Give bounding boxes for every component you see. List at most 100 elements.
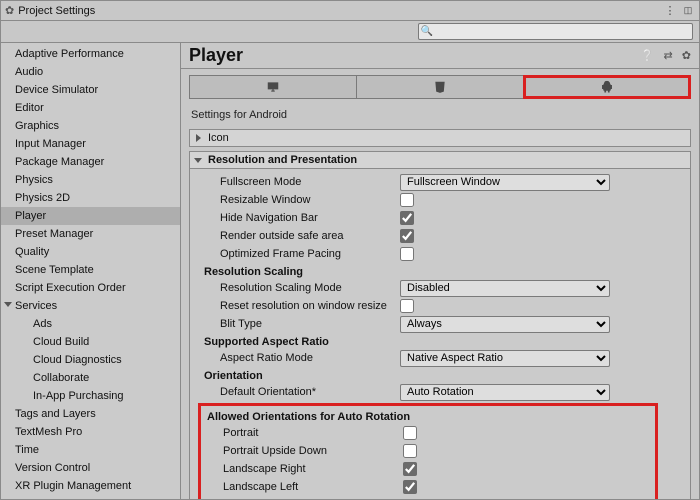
default-orientation-select[interactable]: Auto Rotation xyxy=(400,384,610,401)
settings-gear-icon[interactable]: ✿ xyxy=(682,50,691,62)
sidebar-item[interactable]: Input Manager xyxy=(1,135,180,153)
sidebar-item-player[interactable]: Player xyxy=(1,207,180,225)
label: Hide Navigation Bar xyxy=(220,212,400,224)
help-icon[interactable]: ❔ xyxy=(641,50,655,62)
window-title: Project Settings xyxy=(18,5,95,17)
render-outside-checkbox[interactable] xyxy=(400,229,414,243)
label: Portrait Upside Down xyxy=(223,445,403,457)
sidebar-item[interactable]: Cloud Build xyxy=(1,333,180,351)
landscape-left-checkbox[interactable] xyxy=(403,480,417,494)
label: Blit Type xyxy=(220,318,400,330)
portrait-checkbox[interactable] xyxy=(403,426,417,440)
label: Render outside safe area xyxy=(220,230,400,242)
opt-frame-pacing-checkbox[interactable] xyxy=(400,247,414,261)
html5-icon xyxy=(433,80,447,94)
fullscreen-mode-select[interactable]: Fullscreen Window xyxy=(400,174,610,191)
sidebar-item[interactable]: Editor xyxy=(1,99,180,117)
row-default-orientation: Default Orientation* Auto Rotation xyxy=(192,383,688,401)
sidebar-item[interactable]: Collaborate xyxy=(1,369,180,387)
label: Resolution Scaling Mode xyxy=(220,282,400,294)
settings-sidebar[interactable]: Adaptive Performance Audio Device Simula… xyxy=(1,43,181,499)
section-allowed-orient: Allowed Orientations for Auto Rotation xyxy=(201,408,655,424)
platform-subtitle: Settings for Android xyxy=(189,103,691,125)
sidebar-item[interactable]: Physics 2D xyxy=(1,189,180,207)
project-settings-window: ✿ Project Settings ⋮ ◫ 🔍 Adaptive Perfor… xyxy=(0,0,700,500)
sidebar-item[interactable]: Adaptive Performance xyxy=(1,45,180,63)
row-hide-navbar: Hide Navigation Bar xyxy=(192,209,688,227)
row-reset-on-resize: Reset resolution on window resize xyxy=(192,297,688,315)
fold-resolution-body: Fullscreen Mode Fullscreen Window Resiza… xyxy=(189,169,691,499)
sidebar-item[interactable]: Time xyxy=(1,441,180,459)
row-res-scaling-mode: Resolution Scaling Mode Disabled xyxy=(192,279,688,297)
section-resolution-scaling: Resolution Scaling xyxy=(192,263,688,279)
main-panel: Player ❔ ⇄ ✿ Setting xyxy=(181,43,699,499)
main-heading-row: Player ❔ ⇄ ✿ xyxy=(181,43,699,69)
search-box[interactable]: 🔍 xyxy=(418,23,693,40)
allowed-orientations-box: Allowed Orientations for Auto Rotation P… xyxy=(198,403,658,499)
row-portrait: Portrait xyxy=(201,424,655,442)
sidebar-item[interactable]: Preset Manager xyxy=(1,225,180,243)
sidebar-item[interactable]: Script Execution Order xyxy=(1,279,180,297)
titlebar: ✿ Project Settings ⋮ ◫ xyxy=(1,1,699,21)
reset-on-resize-checkbox[interactable] xyxy=(400,299,414,313)
row-landscape-right: Landscape Right xyxy=(201,460,655,478)
sidebar-item[interactable]: Ads xyxy=(1,315,180,333)
sidebar-item[interactable]: Cloud Diagnostics xyxy=(1,351,180,369)
resizable-window-checkbox[interactable] xyxy=(400,193,414,207)
kebab-icon[interactable]: ⋮ xyxy=(663,4,677,17)
label: Landscape Left xyxy=(223,481,403,493)
search-input[interactable] xyxy=(435,24,692,39)
row-render-outside: Render outside safe area xyxy=(192,227,688,245)
sidebar-item[interactable]: TextMesh Pro xyxy=(1,423,180,441)
desktop-icon xyxy=(266,80,280,94)
label: Fullscreen Mode xyxy=(220,176,400,188)
sidebar-item-services[interactable]: Services xyxy=(1,297,180,315)
portrait-ud-checkbox[interactable] xyxy=(403,444,417,458)
fold-icon[interactable]: Icon xyxy=(189,129,691,147)
sidebar-item[interactable]: In-App Purchasing xyxy=(1,387,180,405)
row-portrait-ud: Portrait Upside Down xyxy=(201,442,655,460)
sidebar-item[interactable]: Scene Template xyxy=(1,261,180,279)
row-aspect-mode: Aspect Ratio Mode Native Aspect Ratio xyxy=(192,349,688,367)
res-scaling-mode-select[interactable]: Disabled xyxy=(400,280,610,297)
blit-type-select[interactable]: Always xyxy=(400,316,610,333)
page-title: Player xyxy=(189,45,635,66)
sidebar-item[interactable]: Package Manager xyxy=(1,153,180,171)
sidebar-item[interactable]: Version Control xyxy=(1,459,180,477)
gear-icon: ✿ xyxy=(5,4,14,17)
label: Reset resolution on window resize xyxy=(220,300,400,312)
content-scroll[interactable]: Settings for Android Icon Resolution and… xyxy=(181,101,699,499)
label: Portrait xyxy=(223,427,403,439)
row-blit-type: Blit Type Always xyxy=(192,315,688,333)
label: Resizable Window xyxy=(220,194,400,206)
tab-standalone[interactable] xyxy=(190,76,357,98)
landscape-right-checkbox[interactable] xyxy=(403,462,417,476)
tab-android[interactable] xyxy=(524,76,690,98)
tab-webgl[interactable] xyxy=(357,76,524,98)
sidebar-item[interactable]: Audio xyxy=(1,63,180,81)
row-resizable-window: Resizable Window xyxy=(192,191,688,209)
android-icon xyxy=(600,80,614,94)
row-opt-frame-pacing: Optimized Frame Pacing xyxy=(192,245,688,263)
sidebar-item[interactable]: Physics xyxy=(1,171,180,189)
label: Default Orientation* xyxy=(220,386,400,398)
sidebar-item[interactable]: Graphics xyxy=(1,117,180,135)
row-fullscreen-mode: Fullscreen Mode Fullscreen Window xyxy=(192,173,688,191)
popout-icon[interactable]: ◫ xyxy=(681,5,695,16)
sidebar-item[interactable]: Device Simulator xyxy=(1,81,180,99)
search-icon: 🔍 xyxy=(419,26,435,37)
section-aspect: Supported Aspect Ratio xyxy=(192,333,688,349)
presets-icon[interactable]: ⇄ xyxy=(664,50,673,62)
platform-tabs xyxy=(189,75,691,99)
label: Landscape Right xyxy=(223,463,403,475)
aspect-mode-select[interactable]: Native Aspect Ratio xyxy=(400,350,610,367)
label: Optimized Frame Pacing xyxy=(220,248,400,260)
fold-resolution[interactable]: Resolution and Presentation xyxy=(189,151,691,169)
hide-navbar-checkbox[interactable] xyxy=(400,211,414,225)
section-orientation: Orientation xyxy=(192,367,688,383)
label: Aspect Ratio Mode xyxy=(220,352,400,364)
sidebar-item[interactable]: Quality xyxy=(1,243,180,261)
sidebar-item[interactable]: Tags and Layers xyxy=(1,405,180,423)
search-row: 🔍 xyxy=(1,21,699,43)
sidebar-item[interactable]: XR Plugin Management xyxy=(1,477,180,495)
